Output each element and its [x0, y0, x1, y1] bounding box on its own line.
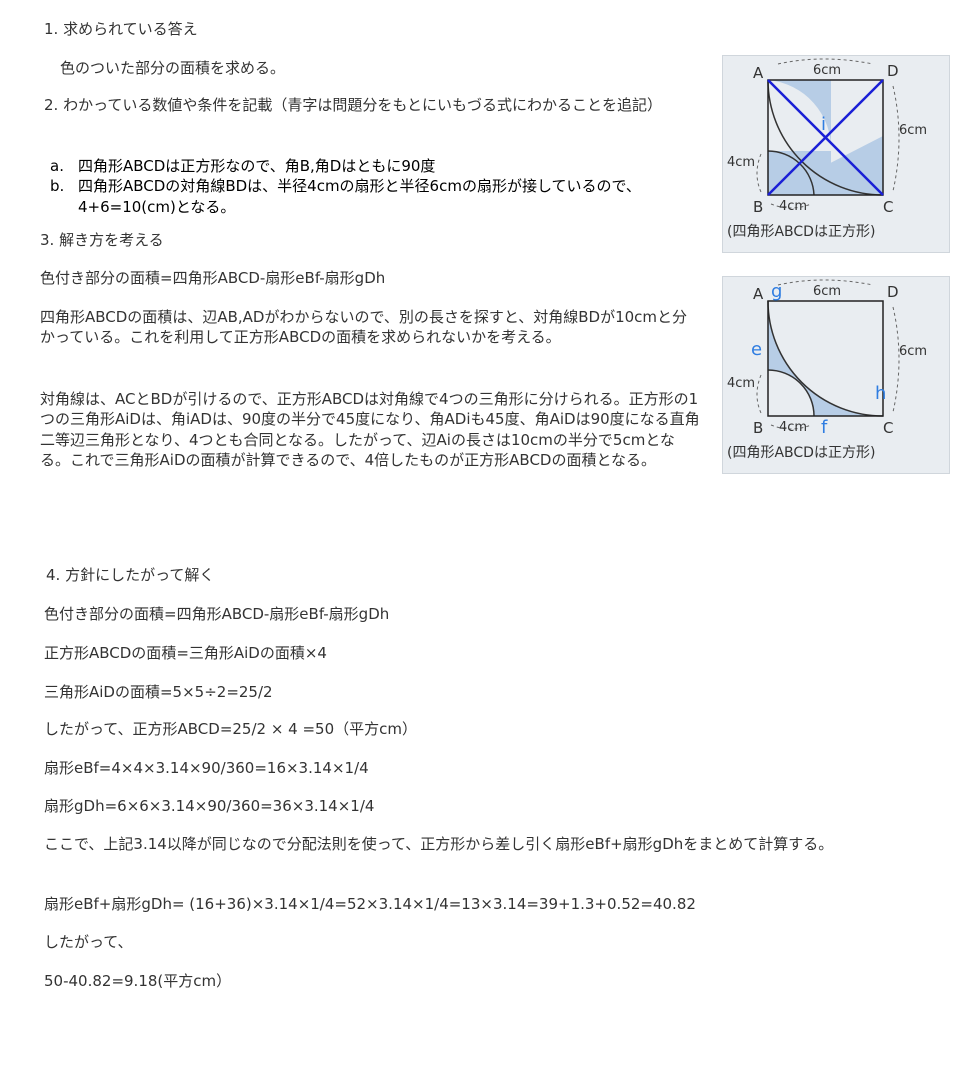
figure-2-photo: A D B C g e h f 6cm 6cm 4cm 4cm (四角形ABCD… [722, 276, 950, 474]
condition-a: a. 四角形ABCDは正方形なので、角B,角Dはともに90度 [36, 156, 704, 176]
right-dimension-arc [892, 306, 900, 413]
solution-line-2: 正方形ABCDの面積=三角形AiDの面積×4 [44, 644, 327, 662]
fig2-right-length: 6cm [899, 344, 927, 359]
fig2-bottom-length: 4cm [779, 420, 807, 435]
fig1-label-b: B [753, 198, 763, 216]
condition-b: b. 四角形ABCDの対角線BDは、半径4cmの扇形と半径6cmの扇形が接してい… [36, 176, 704, 217]
condition-a-text: 四角形ABCDは正方形なので、角B,角Dはともに90度 [78, 157, 436, 175]
fig2-caption: (四角形ABCDは正方形) [727, 445, 875, 461]
fig1-bottom-length: 4cm [779, 199, 807, 214]
fig2-label-h: h [875, 383, 886, 404]
section1-heading: 1. 求められている答え [44, 20, 198, 38]
solution-line-9: したがって、 [44, 933, 133, 951]
conditions-list: a. 四角形ABCDは正方形なので、角B,角Dはともに90度 b. 四角形ABC… [36, 156, 704, 217]
left-dimension-arc [756, 153, 762, 193]
fig1-left-length: 4cm [727, 155, 755, 170]
fig1-label-d: D [887, 62, 899, 80]
figure-1-photo: A D B C i 6cm 6cm 4cm 4cm (四角形ABCDは正方形) [722, 55, 950, 253]
solution-line-3: 三角形AiDの面積=5×5÷2=25/2 [44, 683, 273, 701]
section3-paragraph-2: 四角形ABCDの面積は、辺AB,ADがわからないので、別の長さを探すと、対角線B… [40, 308, 688, 347]
fig1-label-a: A [753, 64, 764, 82]
fig1-label-c: C [883, 198, 893, 216]
fig2-left-length: 4cm [727, 376, 755, 391]
final-answer: 50-40.82=9.18(平方cm） [44, 972, 232, 990]
figure-1-diagram: A D B C i 6cm 6cm 4cm 4cm (四角形ABCDは正方形) [727, 58, 927, 240]
solution-line-4: したがって、正方形ABCD=25/2 × 4 =50（平方cm） [44, 720, 417, 738]
section3-paragraph-3: 対角線は、ACとBDが引けるので、正方形ABCDは対角線で4つの三角形に分けられ… [40, 390, 700, 469]
section4-heading: 4. 方針にしたがって解く [46, 566, 215, 584]
fig2-top-length: 6cm [813, 284, 841, 299]
section3-paragraph-1: 色付き部分の面積=四角形ABCD-扇形eBf-扇形gDh [40, 269, 386, 287]
fig2-label-g: g [771, 281, 782, 302]
fig2-label-a: A [753, 285, 764, 303]
fig1-caption: (四角形ABCDは正方形) [727, 224, 875, 240]
solution-line-5: 扇形eBf=4×4×3.14×90/360=16×3.14×1/4 [44, 759, 369, 777]
right-dimension-arc [892, 85, 900, 192]
section1-body: 色のついた部分の面積を求める。 [60, 59, 286, 77]
fig2-label-d: D [887, 283, 899, 301]
left-dimension-arc [756, 374, 762, 414]
condition-b-marker: b. [50, 177, 65, 196]
solution-line-6: 扇形gDh=6×6×3.14×90/360=36×3.14×1/4 [44, 797, 375, 815]
fig1-label-i: i [821, 114, 826, 135]
section3-heading: 3. 解き方を考える [40, 231, 164, 249]
fig2-label-e: e [751, 339, 762, 360]
condition-b-text: 四角形ABCDの対角線BDは、半径4cmの扇形と半径6cmの扇形が接しているので… [78, 177, 641, 216]
fig1-right-length: 6cm [899, 123, 927, 138]
figure-2-diagram: A D B C g e h f 6cm 6cm 4cm 4cm (四角形ABCD… [727, 279, 927, 461]
fig1-top-length: 6cm [813, 63, 841, 78]
section2-heading: 2. わかっている数値や条件を記載（青字は問題分をもとにいもづる式にわかることを… [44, 96, 663, 114]
fig2-label-c: C [883, 419, 893, 437]
fig2-label-b: B [753, 419, 763, 437]
fig2-label-f: f [821, 417, 828, 438]
solution-line-1: 色付き部分の面積=四角形ABCD-扇形eBf-扇形gDh [44, 605, 390, 623]
solution-line-8: 扇形eBf+扇形gDh= (16+36)×3.14×1/4=52×3.14×1/… [44, 895, 696, 913]
condition-a-marker: a. [50, 157, 64, 175]
solution-line-7: ここで、上記3.14以降が同じなので分配法則を使って、正方形から差し引く扇形eB… [44, 835, 834, 853]
